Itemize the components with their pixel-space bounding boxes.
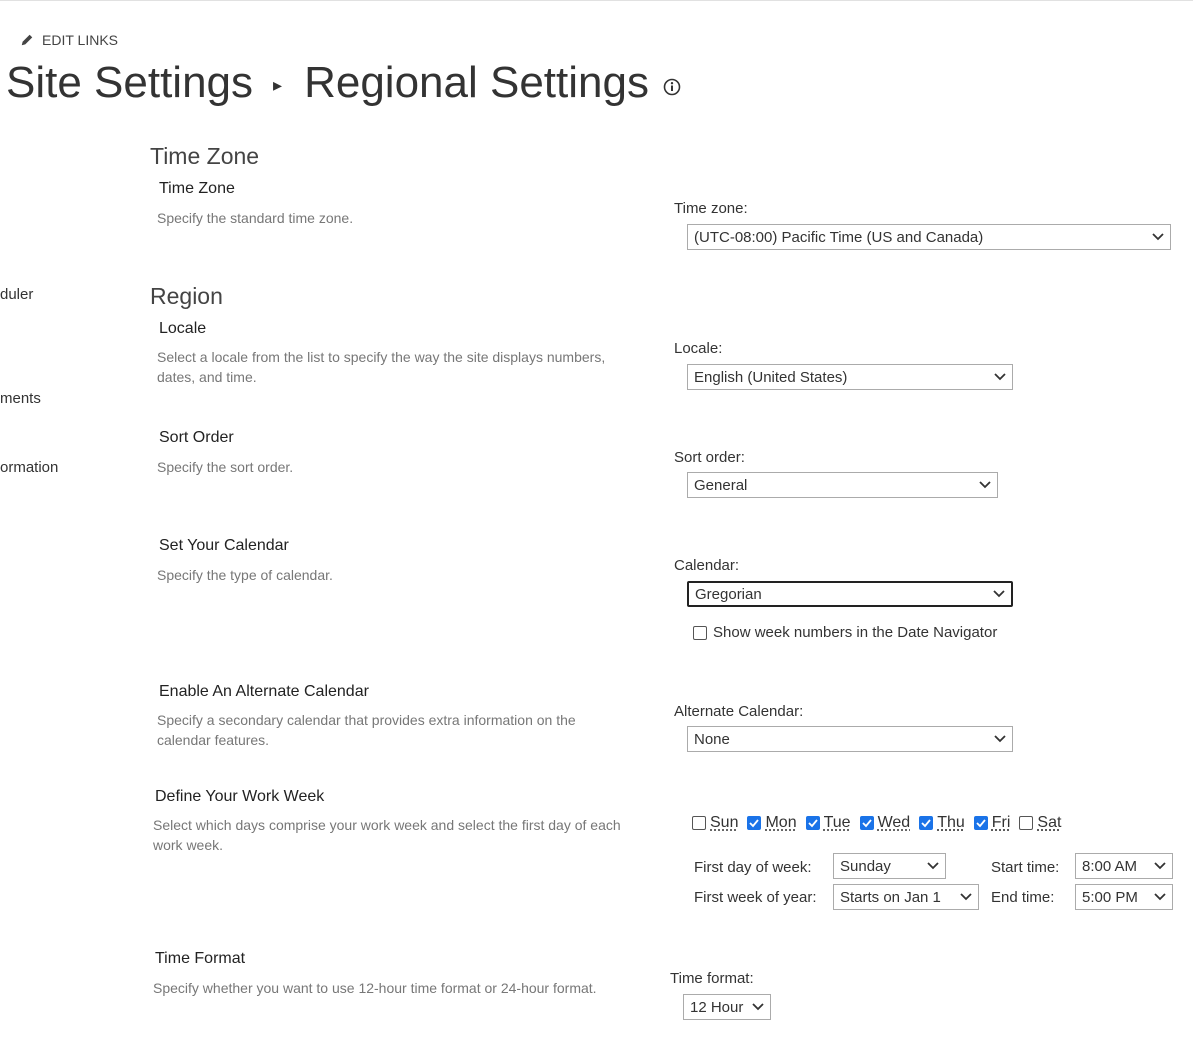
start-time-label: Start time:	[991, 859, 1060, 876]
locale-description: Select a locale from the list to specify…	[157, 349, 606, 385]
day-thu[interactable]: Thu	[919, 814, 965, 832]
check-icon	[807, 819, 818, 828]
time-zone-title: Time Zone	[159, 180, 235, 197]
breadcrumb-site-settings[interactable]: Site Settings	[6, 58, 253, 108]
check-icon	[976, 819, 986, 828]
sort-order-select[interactable]: General	[687, 472, 998, 498]
day-checkbox[interactable]	[859, 816, 874, 830]
week-numbers-option[interactable]: Show week numbers in the Date Navigator	[693, 624, 997, 641]
day-label: Sat	[1037, 814, 1062, 831]
start-time-value: 8:00 AM	[1082, 857, 1138, 875]
alternate-calendar-value: None	[694, 730, 730, 748]
day-tue[interactable]: Tue	[805, 814, 851, 832]
week-numbers-label: Show week numbers in the Date Navigator	[713, 624, 998, 641]
chevron-down-icon	[1154, 862, 1166, 870]
day-label: Thu	[937, 814, 965, 831]
time-zone-description: Specify the standard time zone.	[157, 210, 354, 226]
day-label: Mon	[765, 814, 797, 831]
calendar-description: Specify the type of calendar.	[157, 567, 333, 583]
time-zone-label: Time zone:	[674, 200, 748, 217]
day-label: Sun	[710, 814, 739, 831]
end-time-value: 5:00 PM	[1082, 888, 1138, 906]
first-week-value: Starts on Jan 1	[840, 888, 941, 906]
day-sun[interactable]: Sun	[692, 814, 738, 832]
start-time-select[interactable]: 8:00 AM	[1075, 853, 1173, 879]
sort-order-title: Sort Order	[159, 429, 234, 446]
end-time-select[interactable]: 5:00 PM	[1075, 884, 1173, 910]
sort-order-value: General	[694, 476, 748, 494]
day-checkbox[interactable]	[805, 816, 820, 830]
day-wed[interactable]: Wed	[859, 814, 911, 832]
calendar-value: Gregorian	[695, 585, 762, 603]
work-week-description: Select which days comprise your work wee…	[153, 817, 621, 853]
locale-select[interactable]: English (United States)	[687, 364, 1013, 390]
page-title: Site Settings ▸ Regional Settings	[6, 58, 681, 108]
chevron-down-icon	[960, 893, 972, 901]
alternate-calendar-select[interactable]: None	[687, 726, 1013, 752]
time-format-label: Time format:	[670, 970, 754, 987]
day-checkbox[interactable]	[747, 816, 762, 830]
time-zone-value: (UTC-08:00) Pacific Time (US and Canada)	[694, 228, 984, 246]
day-sat[interactable]: Sat	[1019, 814, 1061, 832]
time-format-select[interactable]: 12 Hour	[683, 994, 771, 1020]
day-label: Wed	[877, 814, 911, 831]
check-icon	[861, 819, 872, 828]
day-checkbox[interactable]	[973, 816, 988, 830]
sort-order-label: Sort order:	[674, 449, 745, 466]
work-week-days: Sun Mon Tue Wed Thu Fri Sat	[692, 814, 1061, 832]
week-numbers-checkbox[interactable]	[693, 625, 707, 640]
day-label: Tue	[823, 814, 851, 831]
first-day-select[interactable]: Sunday	[833, 853, 946, 879]
check-icon	[921, 819, 931, 828]
edit-links-label: EDIT LINKS	[42, 32, 118, 48]
alternate-calendar-label: Alternate Calendar:	[674, 703, 804, 720]
info-icon[interactable]	[663, 78, 681, 96]
pencil-icon	[21, 34, 33, 46]
section-heading-time-zone: Time Zone	[150, 143, 260, 169]
edit-links[interactable]: EDIT LINKS	[20, 32, 118, 48]
work-week-title: Define Your Work Week	[155, 788, 325, 805]
section-heading-region: Region	[150, 283, 223, 309]
day-fri[interactable]: Fri	[973, 814, 1011, 832]
locale-value: English (United States)	[694, 368, 848, 386]
day-checkbox[interactable]	[919, 816, 934, 830]
breadcrumb-separator: ▸	[273, 74, 283, 95]
time-format-description: Specify whether you want to use 12-hour …	[153, 980, 597, 996]
alternate-calendar-description: Specify a secondary calendar that provid…	[157, 712, 576, 748]
chevron-down-icon	[994, 373, 1006, 381]
chevron-down-icon	[979, 481, 991, 489]
nav-item-information[interactable]: ormation	[0, 459, 58, 476]
chevron-down-icon	[1152, 233, 1164, 241]
page-title-text: Regional Settings	[304, 58, 649, 107]
first-day-label: First day of week:	[694, 859, 812, 876]
chevron-down-icon	[993, 590, 1005, 598]
locale-title: Locale	[159, 320, 207, 337]
chevron-down-icon	[927, 862, 939, 870]
locale-label: Locale:	[674, 340, 723, 357]
chevron-down-icon	[994, 735, 1006, 743]
end-time-label: End time:	[991, 889, 1055, 906]
time-zone-select[interactable]: (UTC-08:00) Pacific Time (US and Canada)	[687, 224, 1171, 250]
chevron-down-icon	[1154, 893, 1166, 901]
day-mon[interactable]: Mon	[747, 814, 797, 832]
chevron-down-icon	[752, 1003, 764, 1011]
first-week-label: First week of year:	[694, 889, 817, 906]
day-label: Fri	[991, 814, 1011, 831]
calendar-select[interactable]: Gregorian	[687, 581, 1013, 607]
nav-item-scheduler[interactable]: duler	[0, 286, 33, 303]
time-format-value: 12 Hour	[690, 998, 744, 1016]
calendar-title: Set Your Calendar	[159, 537, 289, 554]
top-divider	[0, 0, 1193, 1]
check-icon	[749, 819, 760, 828]
time-format-title: Time Format	[155, 950, 246, 967]
day-checkbox[interactable]	[692, 816, 706, 830]
nav-item-documents[interactable]: ments	[0, 390, 41, 407]
first-week-select[interactable]: Starts on Jan 1	[833, 884, 979, 910]
day-checkbox[interactable]	[1019, 816, 1034, 830]
alternate-calendar-title: Enable An Alternate Calendar	[159, 683, 369, 700]
first-day-value: Sunday	[840, 857, 891, 875]
calendar-label: Calendar:	[674, 557, 740, 574]
sort-order-description: Specify the sort order.	[157, 459, 294, 475]
